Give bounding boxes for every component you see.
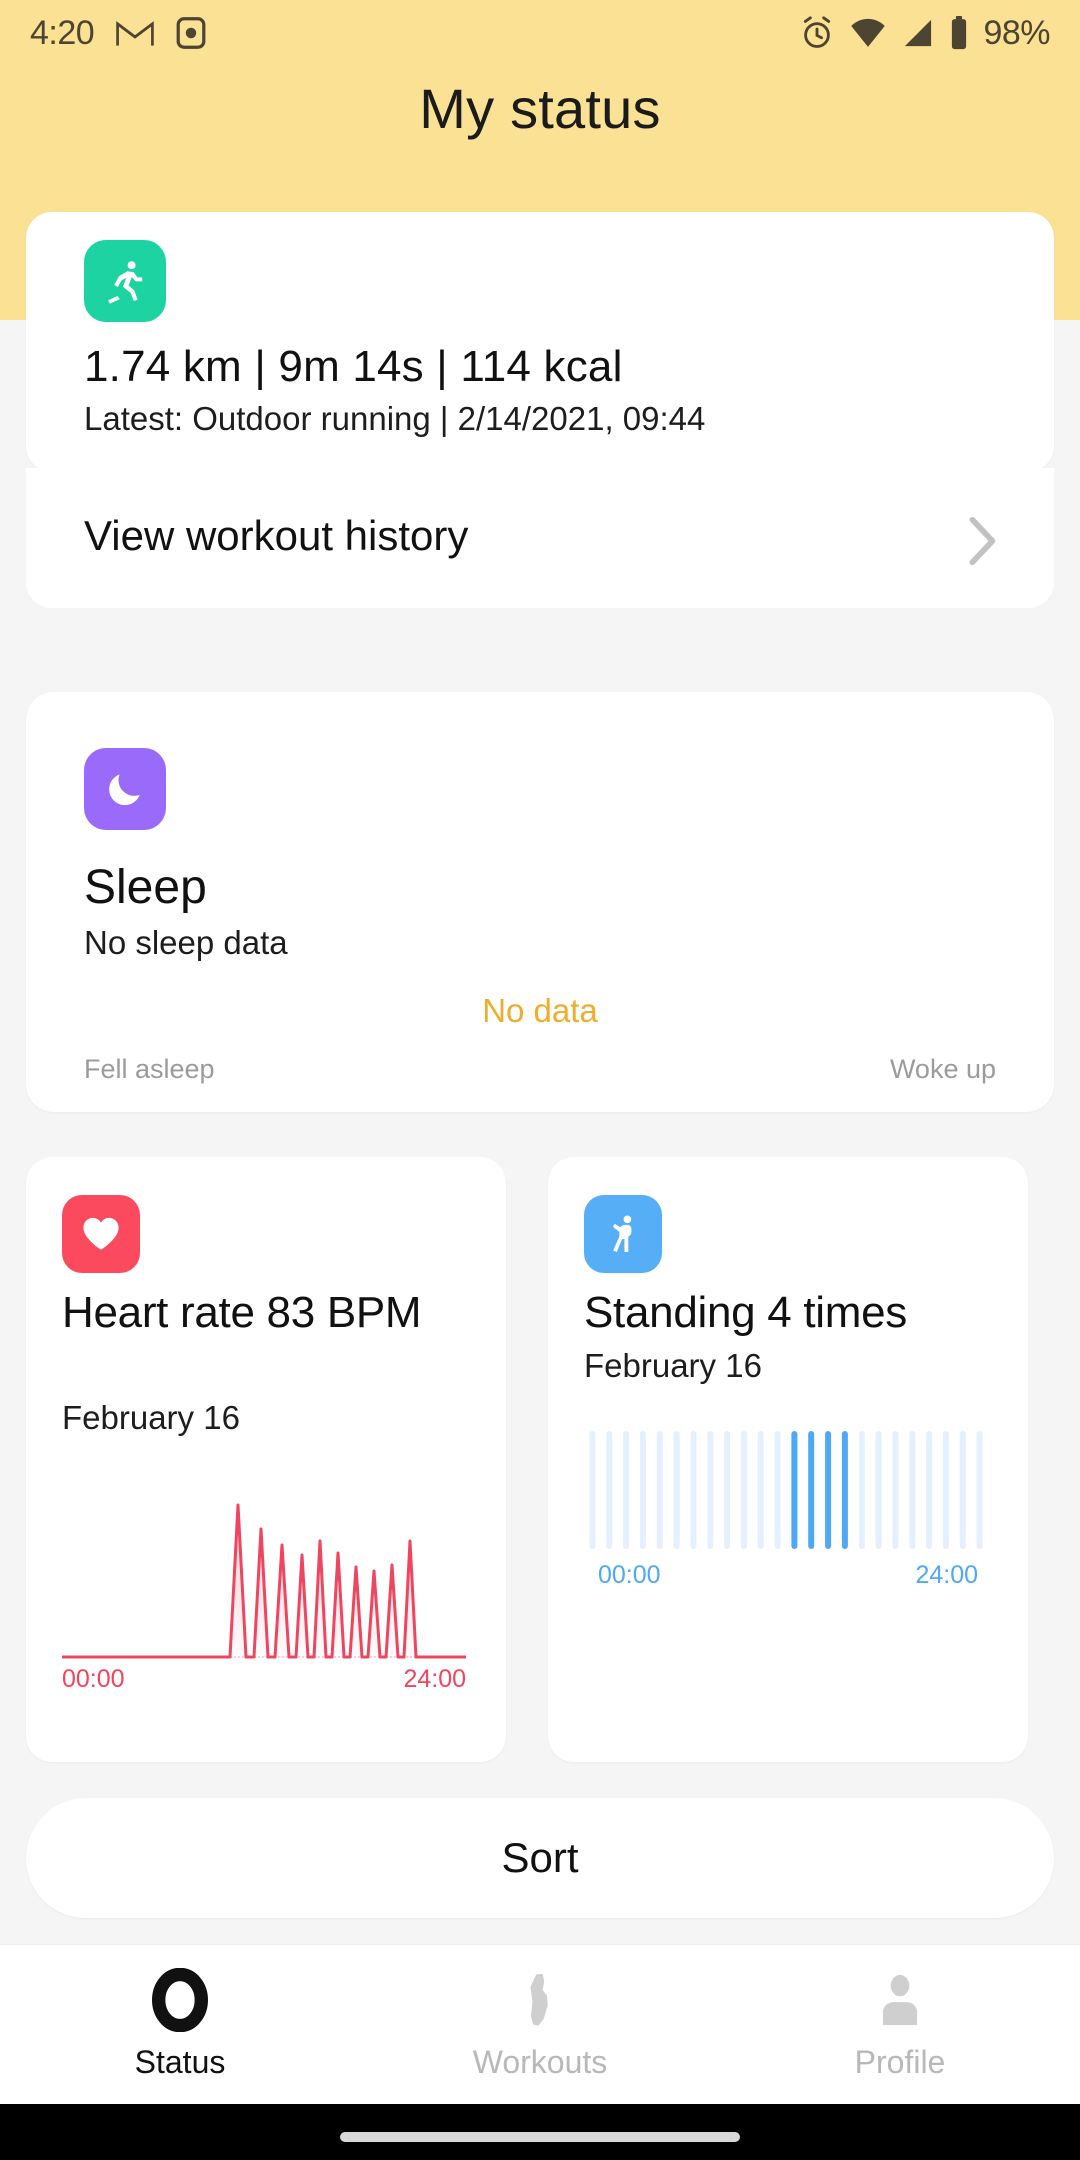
heart-rate-chart: 00:00 24:00 bbox=[62, 1475, 466, 1675]
view-workout-history-row[interactable]: View workout history bbox=[26, 468, 1054, 608]
workout-latest-text: Latest: Outdoor running | 2/14/2021, 09:… bbox=[84, 400, 705, 438]
bottom-navigation: Status Workouts Profile bbox=[0, 1944, 1080, 2104]
heart-rate-axis-start: 00:00 bbox=[62, 1665, 125, 1694]
status-bar-right: 98% bbox=[799, 14, 1050, 53]
standing-bar bbox=[808, 1431, 814, 1549]
sleep-title: Sleep bbox=[84, 860, 207, 915]
status-bar-left: 4:20 bbox=[30, 14, 206, 53]
nav-item-profile[interactable]: Profile bbox=[720, 1945, 1080, 2104]
heart-rate-card[interactable]: Heart rate 83 BPM February 16 00:00 24:0… bbox=[26, 1157, 506, 1762]
page-title: My status bbox=[0, 76, 1080, 141]
battery-percent-text: 98% bbox=[983, 14, 1050, 53]
standing-card[interactable]: Standing 4 times February 16 00:00 24:00 bbox=[548, 1157, 1028, 1762]
standing-bar bbox=[724, 1431, 730, 1549]
standing-bar bbox=[859, 1431, 865, 1549]
clock-text: 4:20 bbox=[30, 14, 94, 53]
heart-rate-title: Heart rate 83 BPM bbox=[62, 1291, 492, 1335]
standing-bar bbox=[775, 1431, 781, 1549]
signal-icon bbox=[901, 17, 935, 49]
app-notification-icon bbox=[176, 17, 206, 49]
standing-axis-end: 24:00 bbox=[915, 1561, 978, 1590]
heart-rate-axis-end: 24:00 bbox=[403, 1665, 466, 1694]
woke-up-label: Woke up bbox=[890, 1054, 996, 1085]
gesture-pill[interactable] bbox=[340, 2132, 740, 2142]
standing-chart: 00:00 24:00 bbox=[584, 1425, 988, 1585]
standing-bars-svg bbox=[584, 1425, 988, 1555]
heart-rate-sparkline-svg bbox=[62, 1475, 466, 1675]
standing-bar bbox=[741, 1431, 747, 1549]
standing-bar bbox=[690, 1431, 696, 1549]
shoe-icon bbox=[508, 1968, 572, 2032]
sleep-axis-labels: Fell asleep Woke up bbox=[84, 1054, 996, 1085]
nav-item-workouts[interactable]: Workouts bbox=[360, 1945, 720, 2104]
heart-icon bbox=[62, 1195, 140, 1273]
sleep-card[interactable]: Sleep No sleep data No data Fell asleep … bbox=[26, 692, 1054, 1112]
alarm-icon bbox=[799, 15, 835, 51]
nav-label-status: Status bbox=[135, 2044, 226, 2081]
running-icon bbox=[84, 240, 166, 322]
moon-icon bbox=[84, 748, 166, 830]
fell-asleep-label: Fell asleep bbox=[84, 1054, 215, 1085]
standing-bar bbox=[606, 1431, 612, 1549]
standing-bar bbox=[623, 1431, 629, 1549]
ring-icon bbox=[148, 1968, 212, 2032]
standing-bar bbox=[943, 1431, 949, 1549]
wifi-icon bbox=[849, 17, 887, 49]
app-root: 4:20 bbox=[0, 0, 1080, 2160]
standing-bar bbox=[640, 1431, 646, 1549]
workout-summary-card[interactable]: 1.74 km | 9m 14s | 114 kcal Latest: Outd… bbox=[26, 212, 1054, 472]
standing-bar bbox=[589, 1431, 595, 1549]
gmail-icon bbox=[116, 18, 154, 48]
standing-bar bbox=[960, 1431, 966, 1549]
person-icon bbox=[868, 1968, 932, 2032]
standing-title: Standing 4 times bbox=[584, 1291, 1014, 1335]
standing-date: February 16 bbox=[584, 1347, 762, 1385]
standing-axis-start: 00:00 bbox=[598, 1561, 661, 1590]
standing-bar bbox=[657, 1431, 663, 1549]
status-bar: 4:20 bbox=[0, 0, 1080, 66]
view-workout-history-label: View workout history bbox=[84, 512, 468, 560]
standing-bar bbox=[977, 1431, 983, 1549]
standing-bar bbox=[791, 1431, 797, 1549]
standing-bar bbox=[909, 1431, 915, 1549]
nav-label-profile: Profile bbox=[855, 2044, 946, 2081]
standing-bar bbox=[876, 1431, 882, 1549]
standing-bar bbox=[707, 1431, 713, 1549]
battery-icon bbox=[949, 16, 969, 50]
standing-bar bbox=[892, 1431, 898, 1549]
nav-label-workouts: Workouts bbox=[473, 2044, 608, 2081]
heart-rate-date: February 16 bbox=[62, 1399, 240, 1437]
workout-stats-text: 1.74 km | 9m 14s | 114 kcal bbox=[84, 342, 623, 392]
chevron-right-icon bbox=[966, 515, 1000, 567]
standing-person-icon bbox=[584, 1195, 662, 1273]
standing-bar bbox=[674, 1431, 680, 1549]
nav-item-status[interactable]: Status bbox=[0, 1945, 360, 2104]
standing-bar bbox=[926, 1431, 932, 1549]
sleep-subtitle: No sleep data bbox=[84, 924, 288, 962]
sleep-no-data-label: No data bbox=[26, 992, 1054, 1030]
standing-bar bbox=[758, 1431, 764, 1549]
standing-bar bbox=[825, 1431, 831, 1549]
standing-bar bbox=[842, 1431, 848, 1549]
sort-button[interactable]: Sort bbox=[26, 1798, 1054, 1918]
